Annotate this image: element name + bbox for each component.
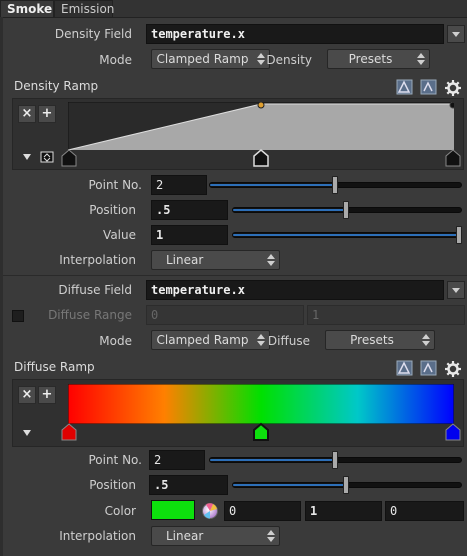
remove-key-button[interactable]: × (18, 386, 36, 404)
color-wheel-icon[interactable] (201, 502, 219, 520)
density-point-no-slider-knob[interactable] (332, 176, 338, 194)
diffuse-range-min-input[interactable]: 0 (146, 305, 304, 325)
density-marker-1[interactable] (61, 149, 77, 167)
density-mode-value: Clamped Ramp (156, 52, 249, 66)
diffuse-point-no-input[interactable]: 2 (149, 450, 205, 470)
updown-arrow-icon (267, 529, 275, 543)
density-value-slider[interactable] (232, 232, 462, 238)
color-g-input[interactable]: 1 (305, 501, 382, 521)
diffuse-field-menu-button[interactable] (447, 281, 465, 299)
diffuse-position-input[interactable]: .5 (149, 475, 228, 495)
density-value-input[interactable]: 1 (151, 225, 228, 245)
lookup-icon[interactable] (396, 79, 414, 95)
updown-arrow-icon (257, 333, 265, 347)
diffuse-position-slider-knob[interactable] (343, 476, 349, 494)
density-presets-label: Density (266, 53, 312, 67)
diffuse-point-no-label: Point No. (88, 453, 142, 467)
tab-bar: Smoke Emission (0, 0, 467, 18)
diffuse-position-label: Position (89, 478, 136, 492)
diffuse-interp-value: Linear (166, 529, 204, 543)
diffuse-marker-green[interactable] (253, 422, 269, 441)
preset-icon[interactable] (420, 360, 438, 376)
diffuse-ramp-gradient[interactable] (68, 384, 454, 424)
diffuse-field-input[interactable]: temperature.x (146, 280, 444, 300)
diffuse-mode-value: Clamped Ramp (156, 333, 249, 347)
expand-ramp-icon[interactable] (40, 151, 54, 163)
diffuse-ramp-label: Diffuse Ramp (14, 360, 95, 374)
add-key-button[interactable]: + (38, 386, 56, 404)
density-position-label: Position (89, 203, 136, 217)
preset-icon[interactable] (420, 79, 438, 95)
density-position-input[interactable]: .5 (151, 200, 228, 220)
color-b-input[interactable]: 0 (385, 501, 464, 521)
remove-key-button[interactable]: × (18, 105, 36, 123)
diffuse-mode-dropdown[interactable]: Clamped Ramp (151, 330, 270, 350)
density-ramp-label: Density Ramp (14, 79, 99, 93)
density-field-menu-button[interactable] (447, 25, 465, 43)
density-key-point-3[interactable] (449, 102, 454, 109)
diffuse-presets-dropdown[interactable]: Presets (325, 330, 435, 350)
density-point-no-label: Point No. (88, 178, 142, 192)
diffuse-ramp-markers (61, 422, 461, 441)
density-interp-value: Linear (166, 253, 204, 267)
density-interp-label: Interpolation (59, 253, 136, 267)
diffuse-marker-red[interactable] (61, 423, 77, 441)
collapse-triangle-icon[interactable] (22, 429, 32, 437)
diffuse-range-max-input[interactable]: 1 (307, 305, 465, 325)
color-r-input[interactable]: 0 (224, 501, 301, 521)
density-ramp-graph[interactable] (68, 102, 454, 150)
updown-arrow-icon (422, 333, 430, 347)
tab-smoke[interactable]: Smoke (0, 0, 54, 17)
density-field-label: Density Field (54, 27, 132, 41)
density-interp-dropdown[interactable]: Linear (151, 250, 280, 270)
diffuse-interp-dropdown[interactable]: Linear (151, 526, 280, 546)
density-ramp-markers (61, 149, 461, 167)
density-field-input[interactable]: temperature.x (146, 24, 444, 44)
diffuse-color-label: Color (104, 504, 136, 518)
diffuse-mode-label: Mode (99, 334, 132, 348)
density-position-slider-knob[interactable] (343, 201, 349, 219)
updown-arrow-icon (267, 253, 275, 267)
updown-arrow-icon (257, 52, 265, 66)
diffuse-point-no-slider-knob[interactable] (332, 451, 338, 469)
gear-icon[interactable] (444, 360, 462, 378)
diffuse-marker-blue[interactable] (445, 423, 461, 441)
diffuse-range-label: Diffuse Range (48, 308, 132, 322)
density-point-no-input[interactable]: 2 (151, 175, 207, 195)
diffuse-presets-label: Diffuse (267, 334, 310, 348)
updown-arrow-icon (417, 52, 425, 66)
panel-border (0, 17, 3, 556)
diffuse-field-label: Diffuse Field (58, 283, 132, 297)
gear-icon[interactable] (444, 79, 462, 97)
density-value-slider-knob[interactable] (456, 226, 462, 244)
density-key-point-2[interactable] (257, 102, 265, 109)
density-mode-dropdown[interactable]: Clamped Ramp (151, 49, 270, 69)
diffuse-presets-value: Presets (350, 333, 394, 347)
diffuse-interp-label: Interpolation (59, 529, 136, 543)
add-key-button[interactable]: + (38, 105, 56, 123)
density-marker-3[interactable] (445, 149, 461, 167)
density-marker-2[interactable] (253, 149, 269, 167)
density-presets-dropdown[interactable]: Presets (327, 49, 430, 69)
diffuse-range-checkbox[interactable] (12, 310, 24, 322)
density-value-label: Value (103, 228, 136, 242)
tab-emission[interactable]: Emission (54, 0, 115, 17)
tab-smoke-label: Smoke (7, 2, 53, 16)
density-mode-label: Mode (99, 53, 132, 67)
collapse-triangle-icon[interactable] (22, 153, 32, 161)
color-swatch[interactable] (151, 500, 195, 520)
section-divider (3, 275, 467, 276)
lookup-icon[interactable] (396, 360, 414, 376)
density-presets-value: Presets (348, 52, 393, 66)
tab-emission-label: Emission (61, 2, 115, 16)
